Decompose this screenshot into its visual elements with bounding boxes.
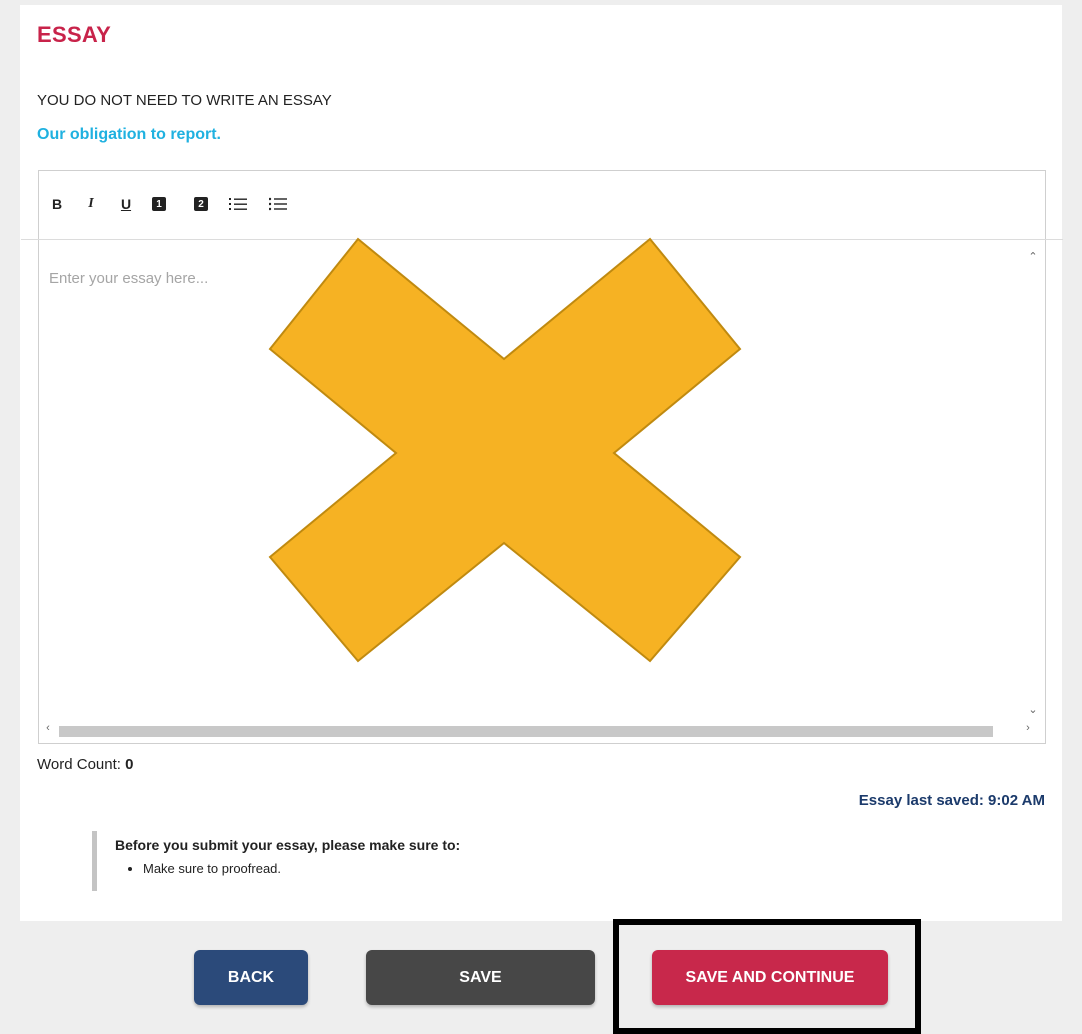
page-title: ESSAY	[37, 22, 112, 47]
highlight-box	[613, 919, 921, 1034]
horizontal-scroll-thumb[interactable]	[59, 726, 993, 737]
essay-card: ESSAY YOU DO NOT NEED TO WRITE AN ESSAY …	[20, 5, 1063, 921]
bold-button[interactable]: B	[48, 193, 66, 215]
cross-mark-icon	[268, 237, 742, 663]
editor-toolbar: B I U 1 2	[21, 171, 1063, 240]
back-button[interactable]: BACK	[194, 950, 308, 1005]
scroll-left-icon[interactable]: ‹	[39, 722, 57, 734]
horizontal-scrollbar[interactable]: ‹ ›	[39, 719, 1045, 743]
reminder-item: Make sure to proofread.	[143, 861, 615, 876]
save-button[interactable]: SAVE	[366, 950, 595, 1005]
italic-button[interactable]: I	[82, 193, 100, 215]
essay-placeholder: Enter your essay here...	[49, 270, 209, 287]
scroll-up-icon[interactable]: ⌃	[1021, 250, 1045, 263]
submission-reminder: Before you submit your essay, please mak…	[92, 831, 615, 891]
scroll-down-icon[interactable]: ⌄	[1021, 703, 1045, 716]
last-saved-status: Essay last saved: 9:02 AM	[858, 792, 1045, 809]
heading-2-button[interactable]: 2	[194, 197, 208, 211]
ordered-list-icon	[229, 198, 247, 210]
ordered-list-button[interactable]	[229, 193, 247, 215]
heading-1-button[interactable]: 1	[152, 197, 166, 211]
word-count-label: Word Count:	[37, 756, 121, 773]
reminder-title: Before you submit your essay, please mak…	[115, 837, 461, 853]
bulleted-list-icon	[269, 197, 287, 211]
underline-button[interactable]: U	[117, 193, 135, 215]
bulleted-list-button[interactable]	[269, 193, 287, 215]
essay-instruction: YOU DO NOT NEED TO WRITE AN ESSAY	[37, 92, 332, 109]
word-count: Word Count: 0	[37, 756, 133, 773]
word-count-value: 0	[125, 756, 134, 773]
essay-topic-link[interactable]: Our obligation to report.	[37, 126, 221, 144]
reminder-list: Make sure to proofread.	[115, 861, 615, 876]
vertical-scrollbar[interactable]: ⌃ ⌄	[1021, 240, 1045, 718]
scroll-right-icon[interactable]: ›	[1019, 722, 1037, 734]
